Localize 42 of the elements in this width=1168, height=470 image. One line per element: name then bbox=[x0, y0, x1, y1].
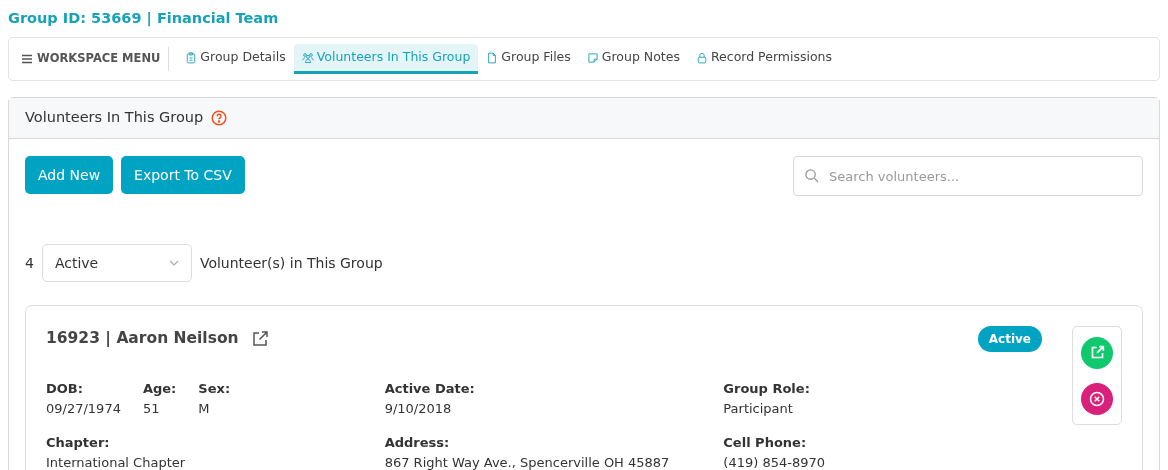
field-label: Age: bbox=[142, 380, 177, 398]
field-label: Chapter: bbox=[46, 434, 111, 452]
field-label: Address: bbox=[384, 434, 451, 452]
nav-tab[interactable]: Group Details bbox=[177, 44, 294, 74]
field-value: 9/10/2018 bbox=[384, 400, 453, 418]
field-label: Sex: bbox=[198, 380, 231, 398]
lock-icon bbox=[695, 51, 708, 64]
field-label: Group Role: bbox=[723, 380, 810, 398]
status-dropdown[interactable]: Active bbox=[41, 244, 192, 282]
page-title: Group ID: 53669 | Financial Team bbox=[8, 9, 279, 29]
search-field[interactable]: Search volunteers... bbox=[793, 156, 1143, 196]
people-icon bbox=[301, 51, 314, 64]
nav-tab[interactable]: Group Files bbox=[478, 44, 579, 74]
clipboard-icon bbox=[185, 51, 198, 64]
nav-tab[interactable]: Group Notes bbox=[578, 44, 688, 74]
external-link-icon[interactable] bbox=[250, 330, 269, 348]
field-label: Cell Phone: bbox=[723, 434, 808, 452]
field-label: DOB: bbox=[46, 380, 84, 398]
field-value: Participant bbox=[723, 400, 794, 418]
status-badge: Active bbox=[977, 326, 1042, 352]
field-value: 51 bbox=[142, 400, 161, 418]
search-icon bbox=[804, 168, 819, 183]
close-icon bbox=[1089, 390, 1105, 407]
file-icon bbox=[486, 51, 499, 64]
field-value: International Chapter bbox=[46, 454, 186, 470]
field-value: (419) 854-8970 bbox=[723, 454, 825, 470]
menu-icon bbox=[21, 53, 33, 65]
count-label: Volunteer(s) in This Group bbox=[199, 253, 383, 273]
help-icon[interactable] bbox=[211, 110, 228, 126]
external-link-icon bbox=[1089, 345, 1105, 360]
workspace-menu-button[interactable]: WORKSPACE MENU bbox=[21, 47, 170, 71]
panel-title: Volunteers In This Group bbox=[25, 108, 204, 128]
volunteer-count: 4 bbox=[25, 253, 34, 273]
field-value: 09/27/1974 bbox=[46, 400, 121, 418]
field-value: M bbox=[198, 400, 211, 418]
field-value: 867 Right Way Ave., Spencerville OH 45887 bbox=[384, 454, 670, 470]
remove-button[interactable] bbox=[1081, 382, 1113, 415]
volunteer-name: 16923 | Aaron Neilson bbox=[46, 328, 239, 350]
note-icon bbox=[586, 51, 599, 64]
nav-tab[interactable]: Record Permissions bbox=[687, 44, 841, 74]
field-label: Active Date: bbox=[384, 380, 475, 398]
chevron-down-icon bbox=[168, 260, 179, 266]
